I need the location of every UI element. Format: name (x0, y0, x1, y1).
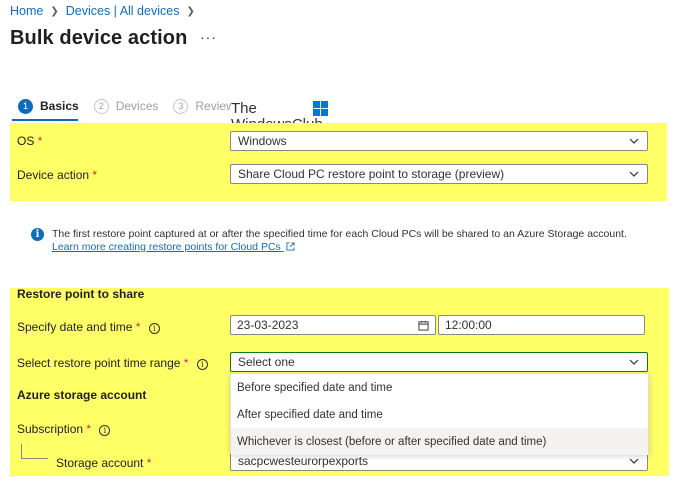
subscription-label: Subscription * i (17, 422, 111, 436)
info-text: The first restore point captured at or a… (52, 228, 627, 240)
date-input-value: 23-03-2023 (237, 318, 299, 332)
breadcrumb-home[interactable]: Home (10, 4, 43, 18)
dropdown-option[interactable]: Before specified date and time (231, 374, 648, 401)
device-action-select-value: Share Cloud PC restore point to storage … (238, 167, 505, 181)
step-basics[interactable]: 1 Basics (18, 98, 79, 114)
tree-connector (21, 444, 22, 458)
os-select-value: Windows (238, 134, 287, 148)
step-number: 2 (93, 98, 109, 114)
breadcrumb: Home ❯ Devices | All devices ❯ (10, 3, 202, 19)
time-input-value: 12:00:00 (445, 318, 492, 332)
storage-account-select-value: sacpcwesteurorpexports (238, 454, 369, 468)
required-mark: * (37, 134, 43, 148)
required-mark: * (146, 456, 152, 470)
step-label: Basics (40, 99, 79, 113)
required-mark: * (86, 422, 92, 436)
learn-more-link-text: Learn more creating restore points for C… (52, 241, 281, 253)
os-label: OS * (17, 134, 42, 148)
chevron-down-icon (629, 359, 639, 365)
time-range-select[interactable]: Select one (230, 352, 648, 372)
time-range-dropdown-list: Before specified date and time After spe… (230, 373, 649, 455)
dropdown-option[interactable]: After specified date and time (231, 401, 648, 428)
more-options-icon[interactable]: ··· (200, 29, 217, 45)
restore-section-title: Restore point to share (17, 287, 145, 301)
time-range-label-text: Select restore point time range (17, 356, 181, 370)
date-time-label: Specify date and time * i (17, 320, 160, 334)
breadcrumb-devices[interactable]: Devices | All devices (66, 4, 180, 18)
info-tooltip-icon[interactable]: i (148, 323, 160, 334)
external-link-icon (286, 242, 295, 251)
windowsclub-logo-icon (313, 101, 328, 116)
chevron-right-icon: ❯ (186, 5, 195, 17)
required-mark: * (92, 168, 98, 182)
dropdown-option[interactable]: Whichever is closest (before or after sp… (231, 428, 648, 455)
time-range-label: Select restore point time range * i (17, 356, 208, 370)
step-number: 3 (173, 98, 189, 114)
date-time-label-text: Specify date and time (17, 320, 133, 334)
chevron-right-icon: ❯ (50, 5, 59, 17)
storage-account-label-text: Storage account (56, 456, 144, 470)
learn-more-link[interactable]: Learn more creating restore points for C… (52, 241, 295, 253)
step-devices[interactable]: 2 Devices (93, 98, 159, 114)
device-action-label-text: Device action (17, 168, 90, 182)
device-action-label: Device action * (17, 168, 97, 182)
device-action-select[interactable]: Share Cloud PC restore point to storage … (230, 164, 648, 184)
info-tooltip-icon[interactable]: i (99, 425, 111, 436)
calendar-icon[interactable] (418, 320, 429, 331)
os-select[interactable]: Windows (230, 131, 648, 151)
page-title: Bulk device action (10, 27, 188, 49)
tree-connector (21, 458, 48, 459)
chevron-down-icon (629, 138, 639, 144)
step-label: Devices (115, 99, 159, 113)
chevron-down-icon (629, 171, 639, 177)
date-input[interactable]: 23-03-2023 (230, 315, 436, 335)
info-icon: i (31, 228, 44, 241)
storage-account-label: Storage account * (56, 456, 151, 470)
active-step-indicator (12, 119, 78, 121)
subscription-label-text: Subscription (17, 422, 84, 436)
required-mark: * (183, 356, 189, 370)
time-input[interactable]: 12:00:00 (438, 315, 645, 335)
required-mark: * (135, 320, 141, 334)
storage-section-title: Azure storage account (17, 388, 147, 402)
step-number: 1 (18, 98, 33, 114)
os-label-text: OS (17, 134, 35, 148)
time-range-select-value: Select one (238, 355, 295, 369)
chevron-down-icon (629, 458, 639, 464)
info-tooltip-icon[interactable]: i (196, 359, 208, 370)
